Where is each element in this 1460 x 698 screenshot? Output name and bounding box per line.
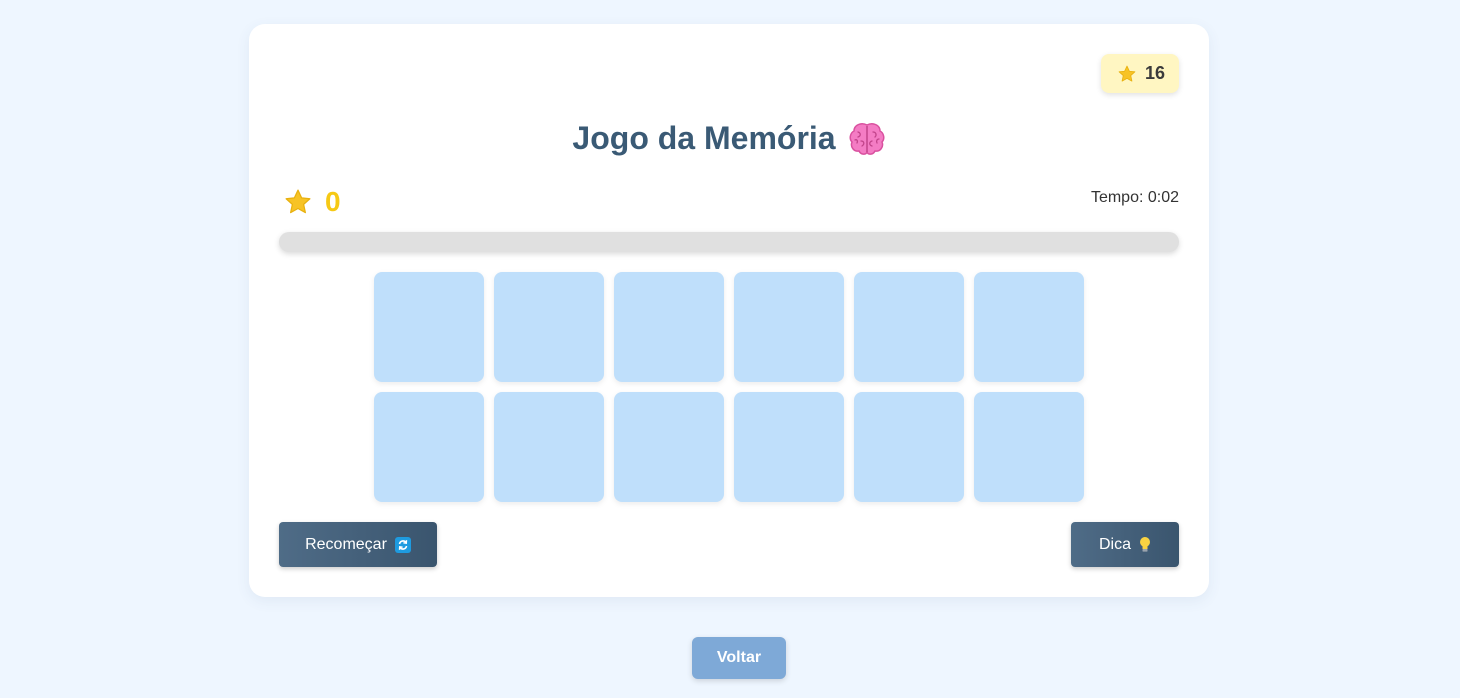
memory-card[interactable] <box>614 392 724 502</box>
refresh-icon <box>394 536 411 553</box>
back-button[interactable]: Voltar <box>692 637 786 679</box>
memory-card[interactable] <box>854 272 964 382</box>
memory-card[interactable] <box>974 272 1084 382</box>
memory-card[interactable] <box>494 392 604 502</box>
memory-card[interactable] <box>374 392 484 502</box>
score-value: 0 <box>325 186 341 217</box>
total-stars-badge: 16 <box>1100 54 1179 93</box>
memory-card[interactable] <box>614 272 724 382</box>
memory-card[interactable] <box>494 272 604 382</box>
star-icon <box>283 187 313 217</box>
memory-card[interactable] <box>734 272 844 382</box>
memory-card[interactable] <box>854 392 964 502</box>
hint-button[interactable]: Dica <box>1071 522 1179 567</box>
memory-card[interactable] <box>974 392 1084 502</box>
score-display: 0 <box>283 186 341 218</box>
game-card: 16 Jogo da Memória 0 Tempo: 0:02 Recomeç… <box>249 24 1209 597</box>
restart-button-label: Recomeçar <box>305 535 387 553</box>
progress-bar <box>279 232 1179 252</box>
memory-card[interactable] <box>374 272 484 382</box>
card-grid <box>374 272 1084 502</box>
title-row: Jogo da Memória <box>249 120 1209 157</box>
timer: Tempo: 0:02 <box>1090 189 1179 206</box>
star-icon <box>1117 64 1137 84</box>
restart-button[interactable]: Recomeçar <box>279 522 437 567</box>
brain-icon <box>848 121 886 157</box>
page-title: Jogo da Memória <box>572 120 836 156</box>
hint-button-label: Dica <box>1098 535 1131 553</box>
total-stars-count: 16 <box>1144 63 1165 83</box>
lightbulb-icon <box>1139 536 1151 553</box>
memory-card[interactable] <box>734 392 844 502</box>
